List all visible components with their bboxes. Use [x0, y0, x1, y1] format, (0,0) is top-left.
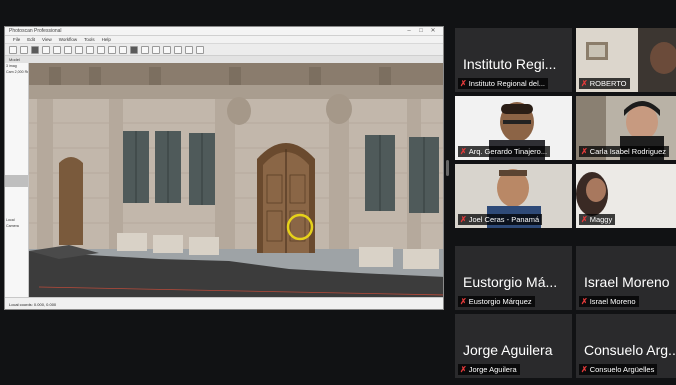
app-title: Photoscan Professional	[9, 28, 62, 34]
settings-icon[interactable]	[196, 45, 204, 54]
participant-tile[interactable]: ✗ Maggy	[576, 164, 676, 228]
camera-icon[interactable]	[174, 45, 182, 54]
minimize-icon[interactable]: –	[403, 27, 415, 36]
participant-name-label: ✗ Maggy	[579, 214, 616, 225]
point-cloud-icon[interactable]	[141, 45, 149, 54]
workspace-selection[interactable]	[5, 175, 28, 187]
app-title-bar: Photoscan Professional – □ ✕	[5, 27, 443, 36]
participant-name: Israel Moreno	[589, 297, 636, 306]
microphone-muted-icon: ✗	[581, 364, 588, 374]
participant-name: Arq. Gerardo Tinajero...	[468, 147, 548, 156]
microphone-muted-icon: ✗	[460, 78, 467, 88]
participant-tile[interactable]: ✗ Arq. Gerardo Tinajero...	[455, 96, 572, 160]
participant-tile[interactable]: Jorge Aguilera ✗ Jorge Aguilera	[455, 314, 572, 378]
menu-help[interactable]: Help	[102, 37, 111, 42]
participant-tile[interactable]: Israel Moreno ✗ Israel Moreno	[576, 246, 676, 310]
participant-gallery: Instituto Regi... ✗ Instituto Regional d…	[455, 28, 676, 378]
toolbar	[5, 44, 443, 56]
participant-name-label: ✗ Carla Isabel Rodriguez	[579, 146, 669, 157]
new-icon[interactable]	[9, 45, 17, 54]
microphone-muted-icon: ✗	[460, 214, 467, 224]
participant-big-name: Instituto Regi...	[463, 56, 557, 72]
coords-readout: Local coords: 0.000, 0.000	[9, 302, 57, 307]
facade-model-render	[29, 63, 443, 297]
participant-name: Jorge Aguilera	[468, 365, 517, 374]
select-icon[interactable]	[53, 45, 61, 54]
resize-icon[interactable]	[86, 45, 94, 54]
participant-big-name: Consuelo Arg...	[584, 342, 676, 358]
view-tabs: Model	[5, 56, 443, 63]
menu-workflow[interactable]: Workflow	[59, 37, 77, 42]
menu-file[interactable]: File	[13, 37, 20, 42]
microphone-muted-icon: ✗	[581, 296, 588, 306]
participant-name: Maggy	[589, 215, 613, 224]
participant-tile[interactable]: ✗ Carla Isabel Rodriguez	[576, 96, 676, 160]
participant-tile[interactable]: ✗ ROBERTO	[576, 28, 676, 92]
participant-name-label: ✗ Arq. Gerardo Tinajero...	[458, 146, 551, 157]
menu-bar: File Edit View Workflow Tools Help	[5, 36, 443, 44]
maximize-icon[interactable]: □	[415, 27, 427, 36]
workspace-panel: 3 imag Cam 2,000 Re Local Camera	[5, 63, 29, 297]
microphone-muted-icon: ✗	[460, 296, 467, 306]
participant-big-name: Israel Moreno	[584, 274, 670, 290]
participant-name-label: ✗ Israel Moreno	[579, 296, 639, 307]
status-bar: Local coords: 0.000, 0.000	[5, 297, 443, 309]
menu-tools[interactable]: Tools	[84, 37, 95, 42]
rotate-icon[interactable]	[75, 45, 83, 54]
mesh-icon[interactable]	[152, 45, 160, 54]
participant-big-name: Jorge Aguilera	[463, 342, 553, 358]
menu-edit[interactable]: Edit	[27, 37, 35, 42]
participant-tile[interactable]: Consuelo Arg... ✗ Consuelo Argüelles	[576, 314, 676, 378]
participant-name-label: ✗ Eustorgio Márquez	[458, 296, 535, 307]
navigate-icon[interactable]	[42, 45, 50, 54]
open-icon[interactable]	[20, 45, 28, 54]
participant-name-label: ✗ Joel Ceras - Panamá	[458, 214, 543, 225]
zoom-in-icon[interactable]	[108, 45, 116, 54]
workspace-line-4: Camera	[6, 224, 19, 228]
participant-name-label: ✗ Jorge Aguilera	[458, 364, 520, 375]
participant-name: Consuelo Argüelles	[589, 365, 655, 374]
participant-tile[interactable]: Instituto Regi... ✗ Instituto Regional d…	[455, 28, 572, 92]
participant-big-name: Eustorgio Má...	[463, 274, 558, 290]
participant-name-label: ✗ Consuelo Argüelles	[579, 364, 658, 375]
participant-name-label: ✗ Instituto Regional del...	[458, 78, 548, 89]
grid-icon[interactable]	[185, 45, 193, 54]
3d-model-viewport[interactable]	[29, 63, 443, 297]
microphone-muted-icon: ✗	[460, 146, 467, 156]
workspace-line-2: Cam 2,000 Re	[6, 70, 28, 74]
microphone-muted-icon: ✗	[460, 364, 467, 374]
split-handle[interactable]	[446, 160, 449, 176]
zoom-out-icon[interactable]	[119, 45, 127, 54]
participant-tile[interactable]: Eustorgio Má... ✗ Eustorgio Márquez	[455, 246, 572, 310]
participant-name: Eustorgio Márquez	[468, 297, 532, 306]
menu-view[interactable]: View	[42, 37, 52, 42]
reset-view-icon[interactable]	[130, 45, 138, 54]
participant-tile[interactable]: ✗ Joel Ceras - Panamá	[455, 164, 572, 228]
microphone-muted-icon: ✗	[581, 146, 588, 156]
crop-icon[interactable]	[97, 45, 105, 54]
move-icon[interactable]	[64, 45, 72, 54]
participant-name-label: ✗ ROBERTO	[579, 78, 630, 89]
participant-name: ROBERTO	[589, 79, 627, 88]
texture-icon[interactable]	[163, 45, 171, 54]
participant-name: Joel Ceras - Panamá	[468, 215, 540, 224]
microphone-muted-icon: ✗	[581, 214, 588, 224]
tab-model[interactable]: Model	[9, 57, 20, 62]
shared-screen: Photoscan Professional – □ ✕ File Edit V…	[4, 26, 444, 310]
participant-name: Carla Isabel Rodriguez	[589, 147, 666, 156]
microphone-muted-icon: ✗	[581, 78, 588, 88]
save-icon[interactable]	[31, 45, 39, 54]
close-icon[interactable]: ✕	[427, 27, 439, 36]
participant-name: Instituto Regional del...	[468, 79, 545, 88]
